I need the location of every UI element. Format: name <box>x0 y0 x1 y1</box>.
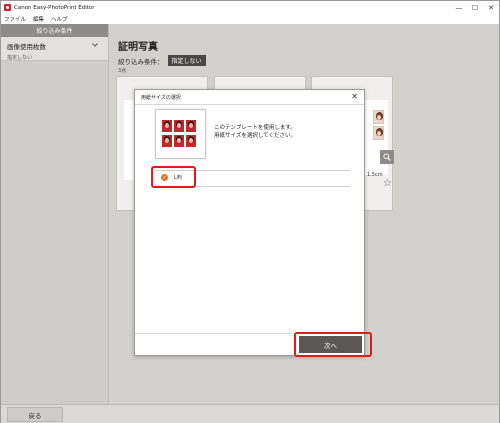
star-icon[interactable]: ☆ <box>383 178 392 189</box>
dialog-divider <box>135 104 364 105</box>
menu-file[interactable]: ファイル <box>4 15 26 23</box>
paper-size-dialog: 用紙サイズの選択 ✕ このテンプレートを使用します。 用紙サイズを選択してくださ… <box>134 89 365 356</box>
dialog-message: このテンプレートを使用します。 用紙サイズを選択してください。 <box>214 125 296 140</box>
mini-portrait <box>162 120 172 132</box>
page-title: 証明写真 <box>118 42 158 53</box>
mini-portrait <box>174 120 184 132</box>
dialog-message-line: このテンプレートを使用します。 <box>214 125 296 131</box>
window-controls: — ☐ ✕ <box>451 1 499 14</box>
close-icon[interactable]: ✕ <box>351 92 358 101</box>
title-bar: Canon Easy-PhotoPrint Editor — ☐ ✕ <box>1 1 499 14</box>
dialog-title: 用紙サイズの選択 <box>141 95 181 101</box>
filter-image-count[interactable]: 画像使用枚数 指定しない <box>1 37 108 61</box>
menu-help[interactable]: ヘルプ <box>51 15 68 23</box>
zoom-button[interactable] <box>380 150 394 164</box>
sidebar-header: 絞り込み条件 <box>1 24 108 37</box>
result-count: 3点 <box>118 68 127 74</box>
chevron-down-icon <box>92 43 98 47</box>
portrait-image <box>373 110 384 124</box>
minimize-button[interactable]: — <box>451 1 467 14</box>
highlight-next-box <box>294 332 372 357</box>
app-icon <box>4 4 11 11</box>
bottom-bar: 戻る <box>1 404 499 423</box>
filter-summary: 絞り込み条件： 指定しない <box>118 55 206 66</box>
filter-value: 指定しない <box>7 55 33 61</box>
highlight-option-box <box>151 166 196 188</box>
menu-edit[interactable]: 編集 <box>33 15 44 23</box>
portrait-image <box>373 126 384 140</box>
mini-portrait <box>186 135 196 147</box>
card-size-label: 1.5cm <box>367 172 383 178</box>
filter-summary-chip: 指定しない <box>167 55 206 66</box>
card-photos <box>373 110 384 140</box>
zoom-icon <box>383 153 391 161</box>
thumbnail-sheet <box>162 120 200 149</box>
menu-bar: ファイル 編集 ヘルプ <box>1 14 499 24</box>
mini-portrait <box>174 135 184 147</box>
filter-label: 画像使用枚数 <box>7 43 46 51</box>
back-button[interactable]: 戻る <box>7 407 63 422</box>
filter-summary-label: 絞り込み条件： <box>118 57 164 66</box>
sidebar: 絞り込み条件 画像使用枚数 指定しない <box>1 24 109 404</box>
window-title: Canon Easy-PhotoPrint Editor <box>14 4 95 11</box>
maximize-button[interactable]: ☐ <box>467 1 483 14</box>
template-thumbnail <box>155 109 206 159</box>
dialog-message-line: 用紙サイズを選択してください。 <box>214 132 297 139</box>
mini-portrait <box>162 135 172 147</box>
mini-portrait <box>186 120 196 132</box>
close-window-button[interactable]: ✕ <box>483 1 499 14</box>
